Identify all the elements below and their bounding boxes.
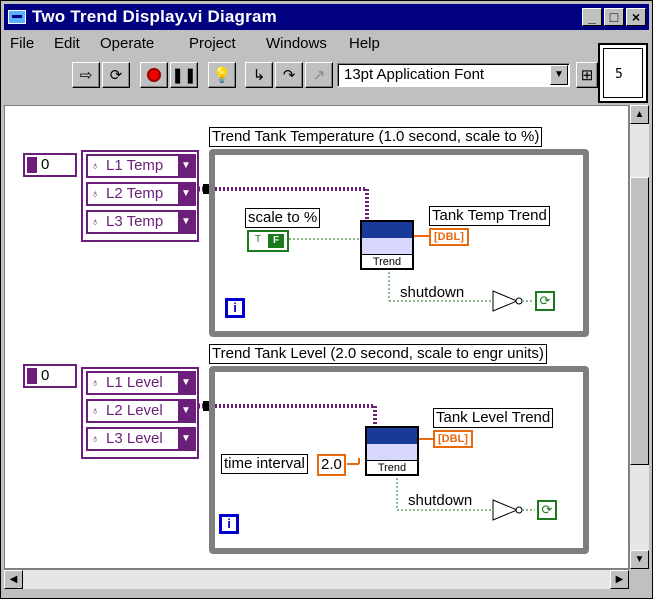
loop1-index-control[interactable]: 0 <box>23 153 77 177</box>
cluster-item[interactable]: ♁ L2 Temp ▼ <box>86 182 196 206</box>
cluster-item[interactable]: ♁ L3 Level ▼ <box>86 427 196 451</box>
tag-icon: ♁ <box>91 433 100 445</box>
spinner-icon <box>27 368 37 384</box>
bool-value: F <box>268 234 284 248</box>
run-continuously-icon[interactable]: ⟳ <box>102 62 130 88</box>
menu-windows[interactable]: Windows <box>266 35 327 52</box>
font-select[interactable]: 13pt Application Font ▼ <box>337 63 570 87</box>
output-label[interactable]: Tank Temp Trend <box>429 206 550 226</box>
output-indicator[interactable]: [DBL] <box>429 228 469 246</box>
scroll-up-icon[interactable]: ▲ <box>630 105 649 124</box>
trend-subvi-2[interactable]: Trend <box>365 426 419 476</box>
time-interval-label[interactable]: time interval <box>221 454 308 474</box>
scroll-down-icon[interactable]: ▼ <box>630 550 649 569</box>
run-arrow-icon[interactable]: ⇨ <box>72 62 100 88</box>
cluster-item[interactable]: ♁ L1 Temp ▼ <box>86 154 196 178</box>
toolbar: ⇨ ⟳ ❚❚ 💡 ↳ ↷ ↗ 13pt Application Font ▼ ⊞ <box>4 59 604 93</box>
cluster-item[interactable]: ♁ L2 Level ▼ <box>86 399 196 423</box>
spinner-icon <box>27 157 37 173</box>
shutdown-label[interactable]: shutdown <box>400 284 464 302</box>
menu-bar: File Edit Operate Project Windows Help <box>4 32 594 56</box>
subvi-icon-graphic-mid <box>362 238 412 254</box>
scale-boolean-constant[interactable]: T F <box>247 230 289 252</box>
menu-help[interactable]: Help <box>349 35 380 52</box>
loop2-cluster[interactable]: ♁ L1 Level ▼ ♁ L2 Level ▼ ♁ L3 Level ▼ <box>81 367 199 459</box>
chevron-down-icon[interactable]: ▼ <box>178 184 194 204</box>
subvi-icon-graphic-mid <box>367 444 417 460</box>
dbl-type: DBL <box>437 231 461 243</box>
vertical-scrollbar[interactable]: ▲ ▼ <box>629 105 649 569</box>
vi-diagram-window: Two Trend Display.vi Diagram _ □ × File … <box>0 0 653 599</box>
loop-condition-icon[interactable]: ⟳ <box>535 291 555 311</box>
dbl-type: DBL <box>441 433 465 445</box>
cluster-item[interactable]: ♁ L1 Level ▼ <box>86 371 196 395</box>
cluster-item-label: L2 Temp <box>106 185 164 202</box>
cluster-item-label: L3 Level <box>106 430 163 447</box>
iteration-terminal[interactable]: i <box>225 298 245 318</box>
loop1-index-value: 0 <box>41 156 50 173</box>
tf-icon: T <box>255 234 262 245</box>
subvi-icon-graphic <box>367 428 417 444</box>
chevron-down-icon[interactable]: ▼ <box>178 156 194 176</box>
vi-icon-label: 5 <box>615 67 623 82</box>
output-label[interactable]: Tank Level Trend <box>433 408 554 428</box>
iteration-terminal[interactable]: i <box>219 514 239 534</box>
shutdown-label[interactable]: shutdown <box>408 492 472 510</box>
close-button[interactable]: × <box>626 8 646 26</box>
step-out-icon[interactable]: ↗ <box>305 62 333 88</box>
subvi-name: Trend <box>367 460 417 474</box>
chevron-down-icon[interactable]: ▼ <box>550 65 568 85</box>
subvi-name: Trend <box>362 254 412 268</box>
tag-icon: ♁ <box>91 216 100 228</box>
highlight-execution-bulb-icon[interactable]: 💡 <box>208 62 236 88</box>
horizontal-scrollbar[interactable]: ◀ ▶ <box>4 569 629 589</box>
cluster-item-label: L1 Level <box>106 374 163 391</box>
cluster-item[interactable]: ♁ L3 Temp ▼ <box>86 210 196 234</box>
align-objects-icon[interactable]: ⊞ <box>576 62 598 88</box>
labview-app-icon <box>8 10 26 24</box>
maximize-button[interactable]: □ <box>604 8 624 26</box>
cluster-item-label: L1 Temp <box>106 157 164 174</box>
scroll-left-icon[interactable]: ◀ <box>4 570 23 589</box>
trend-subvi-1[interactable]: Trend <box>360 220 414 270</box>
time-interval-constant[interactable]: 2.0 <box>317 454 346 476</box>
cluster-item-label: L3 Temp <box>106 213 164 230</box>
chevron-down-icon[interactable]: ▼ <box>178 212 194 232</box>
tag-icon: ♁ <box>91 160 100 172</box>
menu-edit[interactable]: Edit <box>54 35 80 52</box>
cluster-item-label: L2 Level <box>106 402 163 419</box>
font-select-value: 13pt Application Font <box>344 66 485 83</box>
abort-execution-icon[interactable] <box>140 62 168 88</box>
vertical-scroll-thumb[interactable] <box>630 177 649 465</box>
size-grip[interactable] <box>629 569 649 589</box>
chevron-down-icon[interactable]: ▼ <box>178 429 194 449</box>
loop-condition-icon[interactable]: ⟳ <box>537 500 557 520</box>
loop2-title[interactable]: Trend Tank Level (2.0 second, scale to e… <box>209 344 547 364</box>
tag-icon: ♁ <box>91 377 100 389</box>
scroll-right-icon[interactable]: ▶ <box>610 570 629 589</box>
subvi-icon-graphic <box>362 222 412 238</box>
step-into-icon[interactable]: ↳ <box>245 62 273 88</box>
title-bar[interactable]: Two Trend Display.vi Diagram _ □ × <box>4 4 649 30</box>
pause-icon[interactable]: ❚❚ <box>170 62 198 88</box>
minimize-button[interactable]: _ <box>582 8 602 26</box>
vi-icon-pane[interactable]: 5 <box>598 43 648 103</box>
loop1-title[interactable]: Trend Tank Temperature (1.0 second, scal… <box>209 127 543 147</box>
loop1-cluster[interactable]: ♁ L1 Temp ▼ ♁ L2 Temp ▼ ♁ L3 Temp ▼ <box>81 150 199 242</box>
loop2-index-value: 0 <box>41 367 50 384</box>
menu-operate[interactable]: Operate <box>100 35 154 52</box>
loop2-index-control[interactable]: 0 <box>23 364 77 388</box>
tag-icon: ♁ <box>91 405 100 417</box>
chevron-down-icon[interactable]: ▼ <box>178 401 194 421</box>
scale-label[interactable]: scale to % <box>245 208 321 228</box>
menu-file[interactable]: File <box>10 35 34 52</box>
tag-icon: ♁ <box>91 188 100 200</box>
menu-project[interactable]: Project <box>189 35 236 52</box>
step-over-icon[interactable]: ↷ <box>275 62 303 88</box>
output-indicator[interactable]: [DBL] <box>433 430 473 448</box>
window-title: Two Trend Display.vi Diagram <box>32 7 277 26</box>
chevron-down-icon[interactable]: ▼ <box>178 373 194 393</box>
block-diagram-canvas[interactable]: Trend Tank Temperature (1.0 second, scal… <box>4 105 629 569</box>
vi-icon-graphic <box>603 48 643 98</box>
